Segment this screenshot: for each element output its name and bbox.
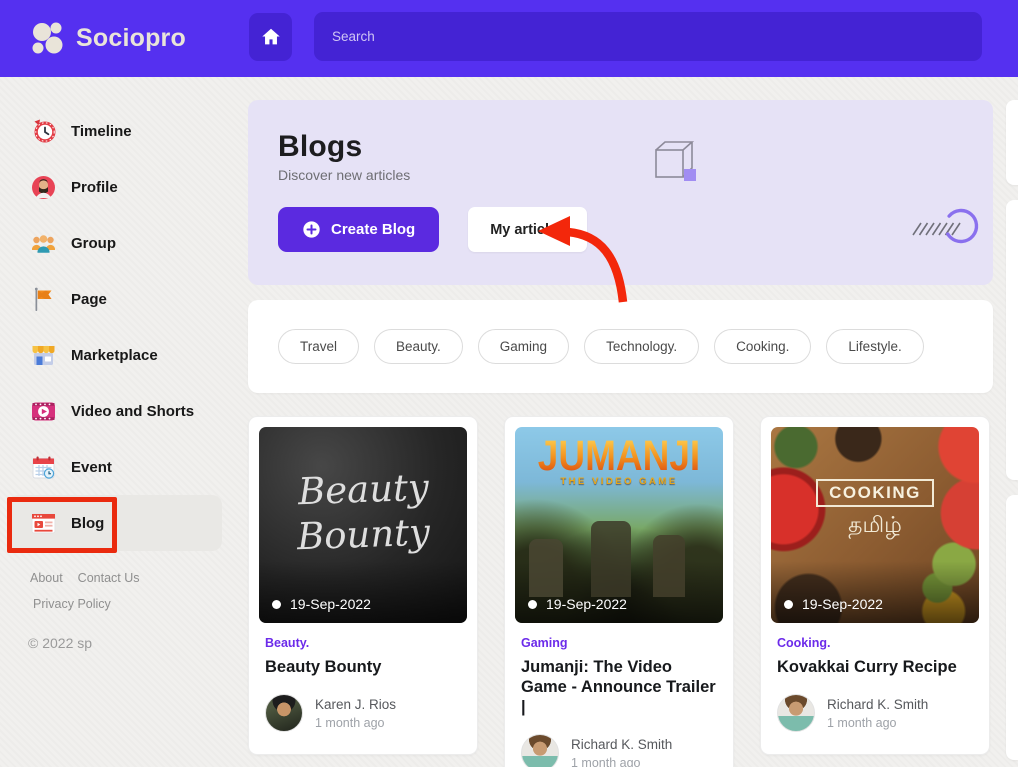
- blog-card-image[interactable]: JUMANJI THE VIDEO GAME 19-Sep-2022: [515, 427, 723, 623]
- top-nav-bar: Sociopro: [0, 0, 1018, 77]
- author-row: Richard K. Smith 1 month ago: [777, 694, 979, 732]
- blog-category-link[interactable]: Gaming: [521, 636, 723, 650]
- sidebar-item[interactable]: Profile: [8, 159, 222, 215]
- sidebar-item[interactable]: Blog: [8, 495, 222, 551]
- bullet-dot-icon: [528, 600, 537, 609]
- cube-decoration-icon: [648, 138, 704, 192]
- sidebar-item-label: Group: [71, 235, 116, 252]
- contact-us-link[interactable]: Contact Us: [78, 571, 140, 585]
- blogs-hero-banner: Blogs Discover new articles Create Blog …: [248, 100, 993, 285]
- sociopro-logo-icon: [28, 19, 68, 59]
- clipped-panel-edge: [1006, 495, 1018, 760]
- sidebar-item-label: Video and Shorts: [71, 403, 194, 420]
- sidebar-nav: Timeline Profile Group Page Marketplace …: [0, 77, 248, 551]
- sidebar-item[interactable]: Page: [8, 271, 222, 327]
- blog-card[interactable]: Beauty Bounty 19-Sep-2022 Beauty. Beauty…: [248, 416, 478, 755]
- plus-circle-icon: [302, 220, 321, 239]
- sidebar-item-icon: [30, 342, 57, 369]
- sidebar-item-icon: [30, 174, 57, 201]
- publish-date: 19-Sep-2022: [528, 596, 627, 612]
- category-pill[interactable]: Technology.: [584, 329, 699, 364]
- brand-name: Sociopro: [76, 24, 186, 53]
- blog-card-image[interactable]: COOKING தமிழ் 19-Sep-2022: [771, 427, 979, 623]
- publish-date: 19-Sep-2022: [272, 596, 371, 612]
- sidebar-item[interactable]: Timeline: [8, 103, 222, 159]
- sidebar-item-icon: [30, 286, 57, 313]
- author-avatar[interactable]: [777, 694, 815, 732]
- author-name[interactable]: Karen J. Rios: [315, 697, 396, 712]
- author-avatar[interactable]: [265, 694, 303, 732]
- sidebar-item-label: Timeline: [71, 123, 132, 140]
- category-filter-bar: Travel Beauty. Gaming Technology. Cooking. Li…: [248, 300, 993, 393]
- blog-cards-grid: Beauty Bounty 19-Sep-2022 Beauty. Beauty…: [248, 416, 993, 767]
- privacy-policy-link[interactable]: Privacy Policy: [33, 597, 111, 611]
- publish-date: 19-Sep-2022: [784, 596, 883, 612]
- sidebar-item-icon: [30, 454, 57, 481]
- main-content: Blogs Discover new articles Create Blog …: [248, 100, 993, 767]
- clipped-panel-edge: [1006, 200, 1018, 480]
- category-pill[interactable]: Cooking.: [714, 329, 811, 364]
- brand[interactable]: Sociopro: [28, 19, 228, 59]
- category-pill[interactable]: Travel: [278, 329, 359, 364]
- create-blog-button[interactable]: Create Blog: [278, 207, 439, 252]
- category-pill[interactable]: Lifestyle.: [826, 329, 923, 364]
- swirl-decoration: [911, 202, 983, 254]
- sidebar-item-icon: [30, 398, 57, 425]
- sidebar-item-icon: [30, 230, 57, 257]
- copyright-text: © 2022 sp: [28, 635, 248, 651]
- sidebar-item-icon: [30, 510, 57, 537]
- my-articles-button[interactable]: My articles: [468, 207, 587, 252]
- sidebar-item[interactable]: Event: [8, 439, 222, 495]
- author-name[interactable]: Richard K. Smith: [571, 737, 672, 752]
- sidebar-item-label: Event: [71, 459, 112, 476]
- blog-category-link[interactable]: Cooking.: [777, 636, 979, 650]
- bullet-dot-icon: [784, 600, 793, 609]
- bullet-dot-icon: [272, 600, 281, 609]
- post-age: 1 month ago: [315, 716, 396, 730]
- blog-title-link[interactable]: Jumanji: The Video Game - Announce Trail…: [521, 657, 717, 717]
- page-title: Blogs: [278, 130, 963, 164]
- sidebar-item[interactable]: Marketplace: [8, 327, 222, 383]
- image-caption: Beauty Bounty: [259, 427, 467, 623]
- author-avatar[interactable]: [521, 734, 559, 767]
- post-age: 1 month ago: [571, 756, 672, 767]
- post-age: 1 month ago: [827, 716, 928, 730]
- sidebar-item-label: Profile: [71, 179, 118, 196]
- category-pill[interactable]: Gaming: [478, 329, 569, 364]
- search-bar: [314, 12, 982, 61]
- blog-title-link[interactable]: Kovakkai Curry Recipe: [777, 657, 973, 677]
- blog-title-link[interactable]: Beauty Bounty: [265, 657, 461, 677]
- sidebar-footer: About Contact Us Privacy Policy © 2022 s…: [30, 571, 248, 651]
- author-row: Karen J. Rios 1 month ago: [265, 694, 467, 732]
- image-caption: JUMANJI THE VIDEO GAME: [515, 427, 723, 623]
- author-name[interactable]: Richard K. Smith: [827, 697, 928, 712]
- sidebar-item-icon: [30, 118, 57, 145]
- category-pill[interactable]: Beauty.: [374, 329, 463, 364]
- blog-card[interactable]: JUMANJI THE VIDEO GAME 19-Sep-2022 Gamin…: [504, 416, 734, 767]
- home-icon: [260, 26, 282, 48]
- page-subtitle: Discover new articles: [278, 167, 963, 183]
- sidebar-item[interactable]: Group: [8, 215, 222, 271]
- search-input[interactable]: [314, 29, 982, 44]
- sidebar: Timeline Profile Group Page Marketplace …: [0, 77, 248, 767]
- image-caption: COOKING தமிழ்: [771, 427, 979, 623]
- sidebar-item-label: Blog: [71, 515, 104, 532]
- blog-card-image[interactable]: Beauty Bounty 19-Sep-2022: [259, 427, 467, 623]
- author-row: Richard K. Smith 1 month ago: [521, 734, 723, 767]
- clipped-panel-edge: [1006, 100, 1018, 185]
- sidebar-item-label: Marketplace: [71, 347, 158, 364]
- create-blog-label: Create Blog: [331, 221, 415, 238]
- blog-card[interactable]: COOKING தமிழ் 19-Sep-2022 Cooking. Kovak…: [760, 416, 990, 755]
- sidebar-item-label: Page: [71, 291, 107, 308]
- home-button[interactable]: [249, 13, 292, 61]
- sidebar-item[interactable]: Video and Shorts: [8, 383, 222, 439]
- about-link[interactable]: About: [30, 571, 63, 585]
- blog-category-link[interactable]: Beauty.: [265, 636, 467, 650]
